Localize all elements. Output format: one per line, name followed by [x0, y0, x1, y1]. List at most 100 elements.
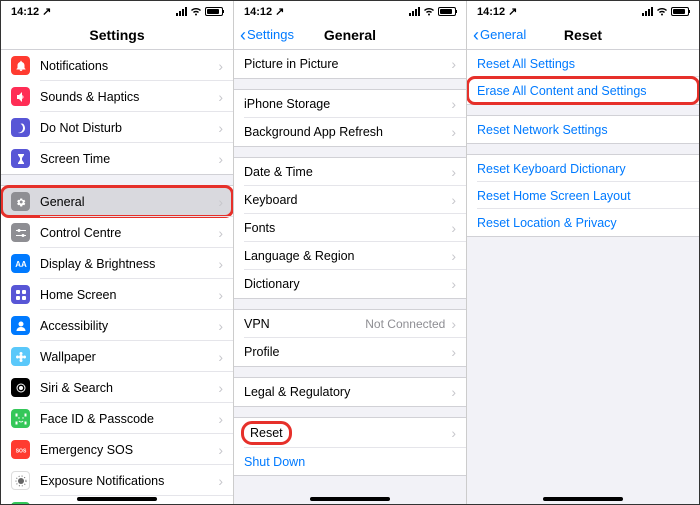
row-label: Wallpaper — [40, 350, 218, 364]
row-reset-all-settings[interactable]: Reset All Settings — [467, 50, 699, 77]
back-button[interactable]: ‹General — [473, 26, 526, 44]
chevron-right-icon: › — [451, 384, 456, 400]
status-time: 14:12 — [11, 6, 39, 18]
row-do-not-disturb[interactable]: Do Not Disturb› — [1, 112, 233, 143]
back-button[interactable]: ‹Settings — [240, 26, 294, 44]
chevron-right-icon: › — [451, 192, 456, 208]
chevron-right-icon: › — [218, 89, 223, 105]
row-screen-time[interactable]: Screen Time› — [1, 143, 233, 174]
location-icon: ↗ — [508, 5, 517, 18]
status-bar: 14:12↗ — [234, 1, 466, 20]
row-label: Face ID & Passcode — [40, 412, 218, 426]
hourglass-icon — [11, 149, 30, 168]
status-bar: 14:12↗ — [467, 1, 699, 20]
sos-icon: SOS — [11, 440, 30, 459]
row-label: Display & Brightness — [40, 257, 218, 271]
chevron-right-icon: › — [451, 276, 456, 292]
gear-icon — [11, 192, 30, 211]
row-accessibility[interactable]: Accessibility› — [1, 310, 233, 341]
row-language-region[interactable]: Language & Region› — [234, 242, 466, 270]
row-label: Notifications — [40, 59, 218, 73]
row-label: Siri & Search — [40, 381, 218, 395]
row-label: Language & Region — [244, 249, 451, 263]
row-detail: Not Connected — [365, 317, 445, 331]
row-label: Keyboard — [244, 193, 451, 207]
status-time: 14:12 — [244, 6, 272, 18]
row-exposure-notifications[interactable]: Exposure Notifications› — [1, 465, 233, 496]
row-reset-location-privacy[interactable]: Reset Location & Privacy — [467, 209, 699, 236]
chevron-right-icon: › — [218, 287, 223, 303]
page-title: General — [324, 27, 376, 43]
person-icon — [11, 316, 30, 335]
row-label: Dictionary — [244, 277, 451, 291]
speaker-icon — [11, 87, 30, 106]
row-face-id-passcode[interactable]: Face ID & Passcode› — [1, 403, 233, 434]
battery-icon — [438, 7, 456, 16]
row-picture-in-picture[interactable]: Picture in Picture› — [234, 50, 466, 78]
row-reset[interactable]: Reset› — [234, 418, 466, 448]
page-title: Settings — [89, 27, 144, 43]
row-label: Date & Time — [244, 165, 451, 179]
location-icon: ↗ — [42, 5, 51, 18]
row-siri-search[interactable]: Siri & Search› — [1, 372, 233, 403]
exposure-icon — [11, 471, 30, 490]
row-iphone-storage[interactable]: iPhone Storage› — [234, 90, 466, 118]
row-background-app-refresh[interactable]: Background App Refresh› — [234, 118, 466, 146]
chevron-right-icon: › — [218, 256, 223, 272]
settings-list[interactable]: Notifications›Sounds & Haptics›Do Not Di… — [1, 50, 233, 504]
row-reset-network-settings[interactable]: Reset Network Settings — [467, 116, 699, 143]
row-wallpaper[interactable]: Wallpaper› — [1, 341, 233, 372]
row-general[interactable]: General› — [1, 186, 233, 217]
chevron-right-icon: › — [218, 194, 223, 210]
row-label: Reset — [244, 424, 451, 442]
row-display-brightness[interactable]: AADisplay & Brightness› — [1, 248, 233, 279]
row-label: Do Not Disturb — [40, 121, 218, 135]
location-icon: ↗ — [275, 5, 284, 18]
chevron-right-icon: › — [451, 96, 456, 112]
reset-list[interactable]: Reset All Settings Erase All Content and … — [467, 50, 699, 504]
chevron-right-icon: › — [451, 316, 456, 332]
row-legal-regulatory[interactable]: Legal & Regulatory› — [234, 378, 466, 406]
chevron-right-icon: › — [218, 504, 223, 505]
three-panel-tutorial: 14:12↗ Settings Notifications›Sounds & H… — [0, 0, 700, 505]
row-label: Legal & Regulatory — [244, 385, 451, 399]
row-profile[interactable]: Profile› — [234, 338, 466, 366]
row-label: Fonts — [244, 221, 451, 235]
chevron-right-icon: › — [451, 56, 456, 72]
phone-reset: 14:12↗ ‹General Reset Reset All Settings… — [467, 1, 699, 504]
row-shut-down[interactable]: Shut Down — [234, 448, 466, 475]
chevron-left-icon: ‹ — [473, 26, 479, 44]
row-emergency-sos[interactable]: SOSEmergency SOS› — [1, 434, 233, 465]
faceid-icon — [11, 409, 30, 428]
chevron-right-icon: › — [218, 58, 223, 74]
chevron-right-icon: › — [218, 318, 223, 334]
row-fonts[interactable]: Fonts› — [234, 214, 466, 242]
general-list[interactable]: Picture in Picture› iPhone Storage›Backg… — [234, 50, 466, 504]
row-erase-all-content-and-settings[interactable]: Erase All Content and Settings — [467, 77, 699, 104]
row-date-time[interactable]: Date & Time› — [234, 158, 466, 186]
row-control-centre[interactable]: Control Centre› — [1, 217, 233, 248]
row-notifications[interactable]: Notifications› — [1, 50, 233, 81]
row-label: iPhone Storage — [244, 97, 451, 111]
home-indicator[interactable] — [310, 497, 390, 501]
chevron-right-icon: › — [218, 349, 223, 365]
wifi-icon — [190, 7, 202, 16]
chevron-right-icon: › — [218, 120, 223, 136]
back-label: Settings — [247, 27, 294, 42]
navbar-settings: Settings — [1, 20, 233, 50]
chevron-right-icon: › — [218, 442, 223, 458]
row-reset-keyboard-dictionary[interactable]: Reset Keyboard Dictionary — [467, 155, 699, 182]
status-bar: 14:12↗ — [1, 1, 233, 20]
row-vpn[interactable]: VPNNot Connected › — [234, 310, 466, 338]
row-label: Home Screen — [40, 288, 218, 302]
moon-icon — [11, 118, 30, 137]
row-dictionary[interactable]: Dictionary› — [234, 270, 466, 298]
row-reset-home-screen-layout[interactable]: Reset Home Screen Layout — [467, 182, 699, 209]
home-indicator[interactable] — [77, 497, 157, 501]
row-label: Erase All Content and Settings — [477, 84, 689, 98]
row-label: VPN — [244, 317, 365, 331]
row-home-screen[interactable]: Home Screen› — [1, 279, 233, 310]
row-sounds-haptics[interactable]: Sounds & Haptics› — [1, 81, 233, 112]
row-keyboard[interactable]: Keyboard› — [234, 186, 466, 214]
home-indicator[interactable] — [543, 497, 623, 501]
